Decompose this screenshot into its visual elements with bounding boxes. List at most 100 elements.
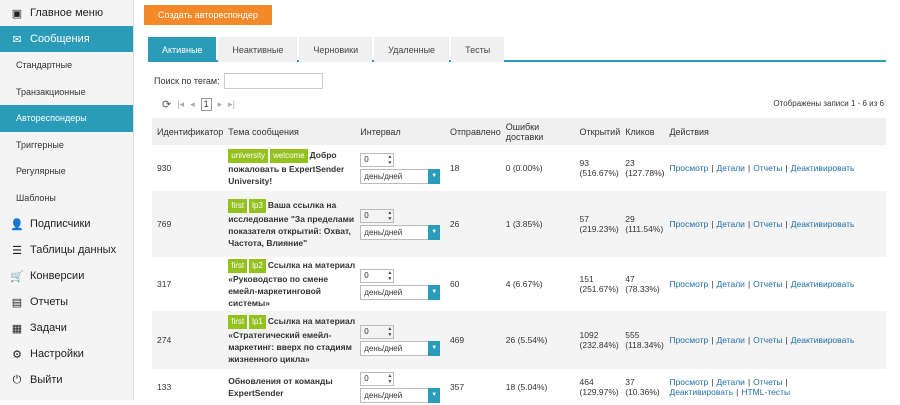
chevron-down-icon[interactable]: ▼ [428,284,441,300]
opens-value: 151 [579,274,594,284]
next-page-icon[interactable]: ▸ [218,99,223,110]
opens-percent: (251.67%) [579,284,619,294]
column-header[interactable]: Ошибки доставки [500,118,575,145]
action-link[interactable]: Отчеты [753,163,782,173]
sidebar-item-label: Сообщения [30,33,90,45]
action-link[interactable]: Деактивировать [791,335,855,345]
spinner-arrows-icon[interactable]: ▲ ▼ [387,270,392,282]
page-number[interactable]: 1 [200,98,212,111]
calendar-icon: ▦ [11,322,23,335]
action-link[interactable]: Отчеты [753,219,782,229]
interval-unit-select[interactable]: день/дней ▼ [360,340,441,356]
column-header[interactable]: Действия [664,118,886,145]
prev-page-icon[interactable]: ◂ [190,99,195,110]
tab-1[interactable]: Неактивные [218,37,298,62]
sidebar-item-4[interactable]: Автореспондеры [0,105,133,132]
separator: | [785,335,788,345]
sidebar-item-14[interactable]: ⏻ Выйти [0,367,133,393]
action-link[interactable]: Детали [717,377,745,387]
chevron-down-icon[interactable]: ▼ [428,340,441,356]
column-header[interactable]: Отправлено [444,118,501,145]
column-header[interactable]: Открытий [574,118,621,145]
clicks-percent: (118.34%) [625,340,664,350]
column-header[interactable]: Тема сообщения [223,118,356,145]
sidebar: ▣ Главное меню ✉ Сообщения Стандартные Транза… [0,0,134,400]
tag-badge[interactable]: university [228,149,269,163]
create-autoresponder-button[interactable]: Создать автореспондер [144,5,272,25]
opens-value: 464 [579,377,594,387]
action-link[interactable]: Отчеты [753,279,782,289]
sidebar-item-0[interactable]: ▣ Главное меню [0,0,133,26]
sent-value: 469 [449,335,465,345]
refresh-icon[interactable]: ⟳ [162,98,171,111]
interval-stepper[interactable]: 0 ▲ ▼ [360,268,395,283]
action-link[interactable]: Просмотр [669,219,708,229]
tab-3[interactable]: Удаленные [374,37,450,62]
action-link[interactable]: HTML-тесты [741,387,790,397]
sidebar-item-5[interactable]: Триггерные [0,132,133,159]
spinner-arrows-icon[interactable]: ▲ ▼ [387,373,392,385]
column-header[interactable]: Интервал [355,118,445,145]
tag-badge[interactable]: first [228,259,248,273]
action-link[interactable]: Детали [717,279,745,289]
last-page-icon[interactable]: ▸| [228,99,235,110]
sidebar-item-3[interactable]: Транзакционные [0,79,133,106]
action-link[interactable]: Просмотр [669,377,708,387]
sidebar-item-2[interactable]: Стандартные [0,52,133,79]
sidebar-item-6[interactable]: Регулярные [0,158,133,185]
column-header[interactable]: Идентификатор [152,118,224,145]
gear-icon: ⚙ [12,348,22,361]
tag-search-input[interactable] [224,73,323,89]
clicks-value: 37 [625,377,635,387]
tab-2[interactable]: Черновики [299,37,373,62]
action-link[interactable]: Отчеты [753,377,782,387]
action-link[interactable]: Детали [717,163,745,173]
action-link[interactable]: Просмотр [669,279,708,289]
spinner-arrows-icon[interactable]: ▲ ▼ [387,154,392,166]
sidebar-item-label: Задачи [30,322,67,334]
action-link[interactable]: Деактивировать [669,387,733,397]
sidebar-item-12[interactable]: ▦ Задачи [0,315,133,341]
first-page-icon[interactable]: |◂ [177,99,184,110]
tag-badge[interactable]: first [228,199,248,213]
sidebar-item-13[interactable]: ⚙ Настройки [0,341,133,367]
action-link[interactable]: Отчеты [753,335,782,345]
action-link[interactable]: Просмотр [669,335,708,345]
opens-percent: (232.84%) [579,340,619,350]
tab-0[interactable]: Активные [148,37,217,62]
tag-badge[interactable]: lp1 [249,315,266,329]
sidebar-item-9[interactable]: ☰ Таблицы данных [0,237,133,263]
interval-stepper[interactable]: 0 ▲ ▼ [360,371,395,386]
spinner-arrows-icon[interactable]: ▲ ▼ [387,210,392,222]
cart-icon: 🛒 [10,270,24,283]
sidebar-item-10[interactable]: 🛒 Конверсии [0,263,133,289]
action-link[interactable]: Деактивировать [791,219,855,229]
tag-badge[interactable]: lp2 [249,259,266,273]
sidebar-item-7[interactable]: Шаблоны [0,185,133,212]
tag-badge[interactable]: welcome [270,149,308,163]
tag-badge[interactable]: lp3 [249,199,266,213]
sidebar-item-11[interactable]: ▤ Отчеты [0,289,133,315]
interval-stepper[interactable]: 0 ▲ ▼ [360,324,395,339]
chevron-down-icon[interactable]: ▼ [428,224,441,240]
chevron-down-icon[interactable]: ▼ [428,387,441,403]
action-link[interactable]: Детали [717,335,745,345]
action-link[interactable]: Деактивировать [791,279,855,289]
sidebar-item-8[interactable]: 👤 Подписчики [0,211,133,237]
interval-unit-select[interactable]: день/дней ▼ [360,224,441,240]
sidebar-item-1[interactable]: ✉ Сообщения [0,26,133,52]
action-link[interactable]: Детали [717,219,745,229]
chevron-down-icon[interactable]: ▼ [428,168,441,184]
interval-stepper[interactable]: 0 ▲ ▼ [360,208,395,223]
tab-4[interactable]: Тесты [451,37,505,62]
separator: | [747,279,751,289]
interval-unit-select[interactable]: день/дней ▼ [360,387,441,403]
interval-stepper[interactable]: 0 ▲ ▼ [360,152,395,167]
tag-badge[interactable]: first [228,315,248,329]
spinner-arrows-icon[interactable]: ▲ ▼ [387,326,392,338]
interval-unit-select[interactable]: день/дней ▼ [360,284,441,300]
column-header[interactable]: Кликов [620,118,665,145]
interval-unit-select[interactable]: день/дней ▼ [360,168,441,184]
action-link[interactable]: Деактивировать [791,163,855,173]
action-link[interactable]: Просмотр [669,163,708,173]
